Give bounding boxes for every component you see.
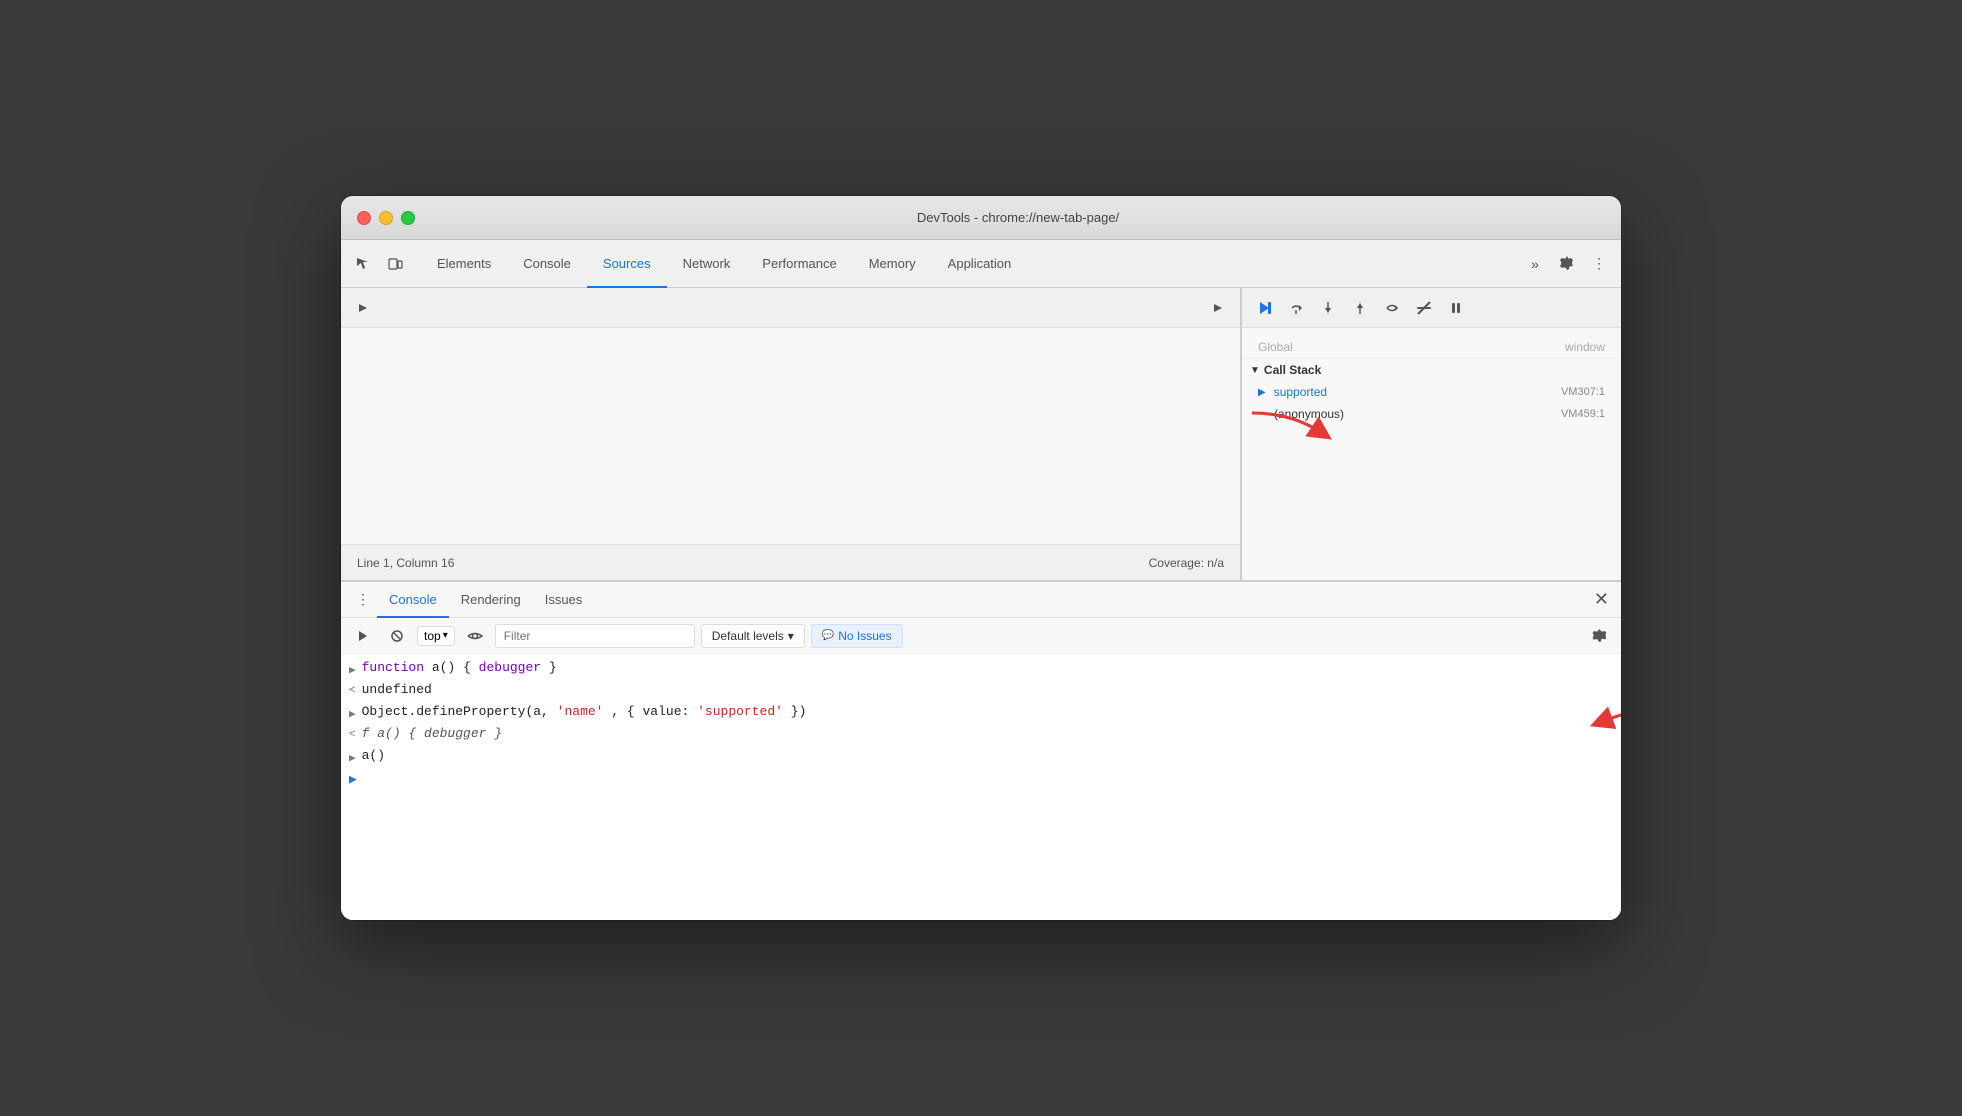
console-line: ▶ function a() { debugger }	[341, 658, 1621, 680]
console-line-content: Object.defineProperty(a, 'name' , { valu…	[362, 704, 807, 719]
call-stack-arrow: ▼	[1250, 365, 1260, 376]
step-button[interactable]	[1378, 294, 1406, 322]
window-label: window	[1565, 340, 1605, 354]
tab-rendering[interactable]: Rendering	[449, 582, 533, 618]
active-frame-indicator: ▶	[1258, 387, 1266, 398]
deactivate-breakpoints-button[interactable]	[1410, 294, 1438, 322]
expand-arrow[interactable]: ▶	[349, 663, 356, 677]
console-line: < f a() { debugger }	[341, 724, 1621, 746]
output-arrow: <	[349, 729, 356, 741]
step-over-button[interactable]	[1282, 294, 1310, 322]
debug-toolbar	[1242, 288, 1621, 328]
console-line: < undefined	[341, 680, 1621, 702]
call-stack-header[interactable]: ▼ Call Stack	[1242, 359, 1621, 381]
more-tabs-button[interactable]: »	[1521, 250, 1549, 278]
call-stack-item[interactable]: (anonymous) VM459:1	[1242, 403, 1621, 425]
tab-issues[interactable]: Issues	[533, 582, 595, 618]
tab-performance[interactable]: Performance	[746, 240, 852, 288]
settings-button[interactable]	[1553, 250, 1581, 278]
console-settings-button[interactable]	[1585, 622, 1613, 650]
output-arrow: <	[349, 685, 356, 697]
console-toolbar: top ▾ Default levels	[341, 618, 1621, 654]
step-into-button[interactable]	[1314, 294, 1342, 322]
call-stack-item[interactable]: ▶ supported VM307:1	[1242, 381, 1621, 403]
call-stack-location: VM307:1	[1561, 386, 1605, 398]
more-options-button[interactable]: ⋮	[1585, 250, 1613, 278]
step-out-button[interactable]	[1346, 294, 1374, 322]
traffic-lights	[357, 211, 415, 225]
console-tabbar: ⋮ Console Rendering Issues ✕	[341, 582, 1621, 618]
call-stack-panel: Global window ▼ Call Stack ▶ supported	[1242, 328, 1621, 580]
window-title: DevTools - chrome://new-tab-page/	[431, 210, 1605, 225]
close-console-button[interactable]: ✕	[1590, 585, 1613, 614]
expand-arrow[interactable]: ▶	[349, 707, 356, 721]
device-toggle-button[interactable]	[381, 250, 409, 278]
sources-right-button[interactable]	[1204, 294, 1232, 322]
open-file-panel-button[interactable]	[349, 294, 377, 322]
inspect-element-button[interactable]	[349, 250, 377, 278]
console-filter-input[interactable]	[495, 624, 695, 648]
console-line: ▶ Object.defineProperty(a, 'name' , { va…	[341, 702, 1621, 724]
call-stack-partial-row: Global window	[1242, 336, 1621, 359]
console-line-content: undefined	[362, 682, 432, 697]
console-input-line[interactable]: ▶	[341, 768, 1621, 790]
console-output: ▶ function a() { debugger } < undefined	[341, 654, 1621, 920]
prompt-icon: ▶	[349, 772, 357, 787]
sources-toolbar	[341, 288, 1240, 328]
minimize-button[interactable]	[379, 211, 393, 225]
context-label: top	[424, 629, 441, 643]
global-label: Global	[1258, 340, 1293, 354]
tab-network[interactable]: Network	[667, 240, 747, 288]
resume-button[interactable]	[1250, 294, 1278, 322]
chat-icon: 💬	[822, 630, 834, 641]
call-stack-function-name: supported	[1274, 385, 1327, 399]
console-more-options-button[interactable]: ⋮	[349, 586, 377, 614]
tab-sources[interactable]: Sources	[587, 240, 667, 288]
tab-memory[interactable]: Memory	[853, 240, 932, 288]
console-panel: ⋮ Console Rendering Issues ✕	[341, 580, 1621, 920]
tab-console-bottom[interactable]: Console	[377, 582, 449, 618]
call-stack-location: VM459:1	[1561, 408, 1605, 420]
coverage-status: Coverage: n/a	[1149, 556, 1224, 570]
expand-arrow[interactable]: ▶	[349, 751, 356, 765]
console-line: ▶ a()	[341, 746, 1621, 768]
tabbar-right-icons: » ⋮	[1521, 250, 1613, 278]
console-line-content: function a() { debugger }	[362, 660, 557, 675]
chevron-down-icon: ▾	[788, 629, 794, 643]
maximize-button[interactable]	[401, 211, 415, 225]
chevron-down-icon: ▾	[443, 630, 448, 641]
tab-elements[interactable]: Elements	[421, 240, 507, 288]
context-selector[interactable]: top ▾	[417, 626, 455, 646]
tab-application[interactable]: Application	[932, 240, 1028, 288]
console-levels-button[interactable]: Default levels ▾	[701, 624, 805, 648]
console-line-content: a()	[362, 748, 385, 763]
main-tabbar: Elements Console Sources Network Perform…	[341, 240, 1621, 288]
live-expressions-button[interactable]	[461, 622, 489, 650]
console-line-content: f a() { debugger }	[362, 726, 502, 741]
status-bar: Line 1, Column 16 Coverage: n/a	[341, 544, 1240, 580]
tab-console[interactable]: Console	[507, 240, 587, 288]
source-editor-area	[341, 328, 1240, 544]
clear-console-button[interactable]	[383, 622, 411, 650]
call-stack-title: Call Stack	[1264, 363, 1321, 377]
close-button[interactable]	[357, 211, 371, 225]
call-stack-function-name: (anonymous)	[1274, 407, 1344, 421]
cursor-position: Line 1, Column 16	[357, 556, 454, 570]
tabbar-left-icons	[349, 250, 409, 278]
no-issues-button[interactable]: 💬 No Issues	[811, 624, 903, 648]
pause-on-exceptions-button[interactable]	[1442, 294, 1470, 322]
execute-context-button[interactable]	[349, 622, 377, 650]
